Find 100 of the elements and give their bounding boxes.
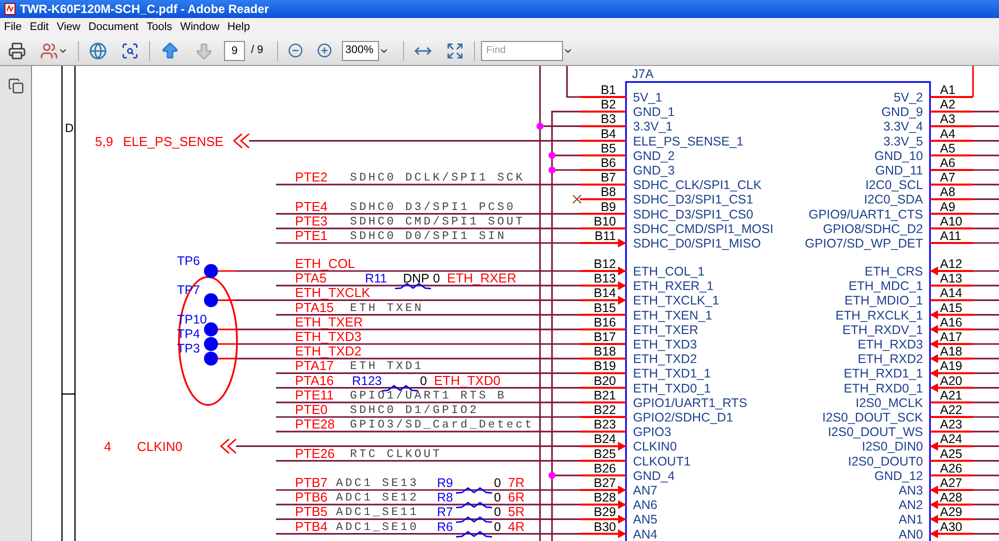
- pin-number: A17: [940, 330, 962, 344]
- signal-label: ADC1_SE10: [336, 520, 419, 534]
- pin-name: ETH_TXD3: [633, 338, 697, 352]
- menu-item[interactable]: Edit: [26, 18, 53, 36]
- wire: [973, 504, 999, 506]
- net-label: 5R: [508, 504, 525, 520]
- globe-icon: [89, 42, 107, 60]
- junction-dot: [548, 472, 556, 479]
- signal-label: ETH TXD1: [350, 360, 424, 374]
- menu-item[interactable]: File: [0, 18, 26, 36]
- pin-number: B16: [594, 315, 616, 330]
- pin-name: ETH_TXD2: [633, 352, 697, 366]
- pin-name: 5V_2: [894, 90, 923, 104]
- pin-number: A16: [940, 315, 962, 330]
- pin-number: B2: [600, 98, 616, 112]
- resistor-ref: R8: [437, 490, 453, 505]
- arrow-down-icon: [194, 40, 214, 60]
- pin-number: A20: [940, 374, 962, 388]
- pin-number: B6: [600, 156, 616, 170]
- wire: [973, 402, 999, 404]
- wire: [973, 372, 999, 374]
- wire: [973, 213, 999, 215]
- net-label: 7R: [508, 475, 525, 490]
- pages-icon[interactable]: [8, 78, 24, 94]
- pin-number: B10: [594, 214, 616, 228]
- wire: [973, 328, 999, 330]
- page-number-field[interactable]: 9: [224, 40, 245, 60]
- menu-item[interactable]: Tools: [142, 18, 176, 36]
- test-point-dot: [204, 293, 218, 308]
- menu-item[interactable]: Document: [84, 18, 142, 36]
- wire: [973, 184, 999, 186]
- resistor-ref: R7: [437, 505, 453, 520]
- pin-name: GPIO1/UART1_RTS: [633, 396, 748, 410]
- port-label: PTE4: [295, 198, 328, 214]
- pin-number: B8: [600, 185, 616, 200]
- wire: [973, 358, 999, 360]
- pin-number: A21: [940, 388, 962, 402]
- pin-number: B26: [594, 461, 616, 476]
- window-title: TWR-K60F120M-SCH_C.pdf - Adobe Reader: [20, 1, 269, 18]
- resistor-value: 0: [420, 374, 427, 388]
- double-chevron-icon: [220, 438, 237, 454]
- people-icon: [40, 42, 58, 60]
- port-label: PTA16: [295, 372, 334, 388]
- pin-number: A11: [940, 229, 962, 243]
- pin-name: GND_2: [633, 148, 675, 163]
- pin-name: ETH_RXCLK_1: [835, 308, 923, 322]
- pin-name: ETH_CRS: [864, 264, 923, 278]
- port-label: ETH_TXD3: [295, 329, 362, 344]
- pin-number: A9: [940, 200, 956, 214]
- zone-label: D: [65, 121, 74, 135]
- wire: [973, 110, 999, 112]
- pin-number: B29: [594, 505, 616, 520]
- net-label: ETH_TXD0: [434, 372, 500, 388]
- zoom-in-icon: [317, 43, 332, 58]
- wire: [973, 299, 999, 301]
- wire: [973, 228, 999, 230]
- junction-dot: [536, 122, 544, 130]
- pin-name: SDHC_CLK/SPI1_CLK: [633, 178, 762, 192]
- pin-number: A7: [940, 170, 956, 185]
- pin-name: I2S0_MCLK: [856, 396, 923, 410]
- pin-number: A25: [940, 446, 962, 461]
- part-label: J7A: [632, 67, 654, 81]
- signal-label: GPIO1/UART1 RTS B: [350, 389, 506, 402]
- pin-number: B23: [594, 418, 616, 432]
- pin-name: ETH_RXD0_1: [844, 381, 923, 396]
- pin-number: B3: [600, 112, 616, 126]
- test-point-dot: [204, 352, 218, 366]
- pin-name: SDHC_D3/SPI1_CS0: [633, 207, 754, 222]
- wire: [973, 430, 999, 432]
- pin-number: B9: [600, 200, 616, 214]
- wire: [973, 314, 999, 316]
- search-icon: [121, 42, 139, 60]
- port-label: PTB6: [295, 490, 328, 505]
- pin-name: SDHC_CMD/SPI1_MOSI: [633, 222, 774, 236]
- resistor-ref: R6: [437, 520, 453, 534]
- pin-name: 3.3V_5: [883, 134, 923, 148]
- pin-name: ETH_COL_1: [633, 264, 705, 278]
- menu-item[interactable]: Window: [176, 18, 224, 36]
- pin-name: GND_10: [874, 148, 923, 163]
- pin-number: A4: [940, 126, 956, 141]
- pin-name: SDHC_D3/SPI1_CS1: [633, 192, 754, 207]
- port-label: PTA17: [295, 358, 334, 374]
- wire: [973, 125, 999, 127]
- signal-label: SDHC0 CMD/SPI1 SOUT: [350, 215, 525, 228]
- resistor-zigzag: [382, 384, 418, 392]
- no-connect-mark: [572, 194, 582, 204]
- pin-number: A18: [940, 344, 962, 359]
- pin-number: B7: [600, 170, 616, 185]
- pin-name: AN4: [633, 527, 658, 541]
- signal-label: SDHC0 D1/GPIO2: [350, 404, 479, 417]
- pin-name: ETH_TXD1_1: [633, 366, 711, 381]
- port-label: ETH_COL: [295, 256, 355, 271]
- pin-number: B22: [594, 403, 616, 417]
- pin-name: AN1: [898, 512, 923, 527]
- resistor-zigzag: [456, 530, 492, 538]
- wire: [973, 270, 999, 272]
- menu-item[interactable]: Help: [223, 18, 254, 36]
- zoom-out-icon: [288, 43, 304, 58]
- menu-item[interactable]: View: [52, 18, 84, 36]
- test-point-dot: [204, 264, 218, 278]
